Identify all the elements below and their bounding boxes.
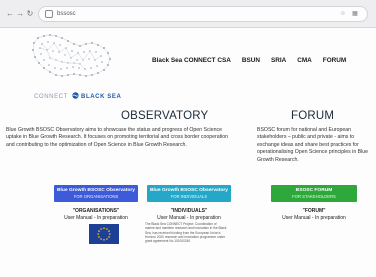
nav-black-sea-connect-csa[interactable]: Black Sea CONNECT CSA — [152, 55, 231, 67]
main-navigation: Black Sea CONNECT CSA BSUN SRIA CMA FORU… — [152, 55, 357, 67]
eu-flag-icon — [89, 224, 119, 244]
forum-manual-note: "FORUM" User Manual - In preparation — [271, 208, 357, 221]
logo-text-brand: BLACK SEA — [81, 94, 122, 100]
reload-icon[interactable]: ↻ — [25, 9, 35, 19]
observatory-individuals-button[interactable]: Blue Growth BSOSC Observatory FOR INDIVI… — [147, 185, 231, 202]
button-sublabel: FOR INDIVIDUALS — [170, 194, 208, 199]
organisations-manual-note: "ORGANISATIONS" User Manual - In prepara… — [54, 208, 138, 221]
logo-wordmark[interactable]: CONNECT BLACK SEA — [34, 92, 121, 100]
button-label: Blue Growth BSOSC Observatory — [57, 188, 135, 193]
url-text[interactable]: bssosc — [57, 9, 76, 19]
manual-title: "INDIVIDUALS" — [170, 208, 208, 214]
observatory-organisations-button[interactable]: Blue Growth BSOSC Observatory FOR ORGANI… — [54, 185, 138, 202]
observatory-description: Blue Growth BSOSC Observatory aims to sh… — [6, 127, 229, 148]
forum-title: FORUM — [291, 110, 335, 122]
nav-bsun[interactable]: BSUN — [242, 55, 260, 67]
logo-wave-icon — [72, 92, 79, 99]
button-label: BSOSC FORUM — [295, 188, 333, 193]
individuals-manual-note: "INDIVIDUALS" User Manual - In preparati… — [147, 208, 231, 221]
black-sea-map-logo[interactable] — [22, 30, 122, 92]
site-info-icon[interactable] — [45, 10, 53, 18]
manual-status: User Manual - In preparation — [282, 214, 346, 221]
logo-text-prefix: CONNECT — [34, 94, 68, 100]
forward-icon[interactable]: → — [15, 9, 25, 19]
button-label: Blue Growth BSOSC Observatory — [150, 188, 228, 193]
manual-title: "FORUM" — [302, 208, 326, 214]
browser-toolbar: ← → ↻ bssosc ☆ ▦ — [0, 0, 376, 28]
observatory-title: OBSERVATORY — [121, 110, 209, 122]
forum-description: BSOSC forum for national and European st… — [257, 127, 369, 163]
button-sublabel: FOR STAKEHOLDERS — [292, 194, 336, 199]
star-icon[interactable]: ☆ — [339, 10, 347, 18]
nav-cma[interactable]: CMA — [297, 55, 312, 67]
funding-statement: The Black Sea CONNECT Project: Coordinat… — [145, 222, 227, 244]
back-icon[interactable]: ← — [5, 9, 15, 19]
nav-forum[interactable]: FORUM — [323, 55, 346, 67]
forum-stakeholders-button[interactable]: BSOSC FORUM FOR STAKEHOLDERS — [271, 185, 357, 202]
nav-sria[interactable]: SRIA — [271, 55, 286, 67]
manual-status: User Manual - In preparation — [157, 214, 221, 221]
manual-title: "ORGANISATIONS" — [72, 208, 120, 214]
page-content: CONNECT BLACK SEA Black Sea CONNECT CSA … — [0, 28, 376, 277]
button-sublabel: FOR ORGANISATIONS — [73, 194, 119, 199]
address-bar[interactable]: bssosc ☆ ▦ — [38, 6, 368, 22]
extension-icon[interactable]: ▦ — [351, 10, 359, 18]
manual-status: User Manual - In preparation — [64, 214, 128, 221]
